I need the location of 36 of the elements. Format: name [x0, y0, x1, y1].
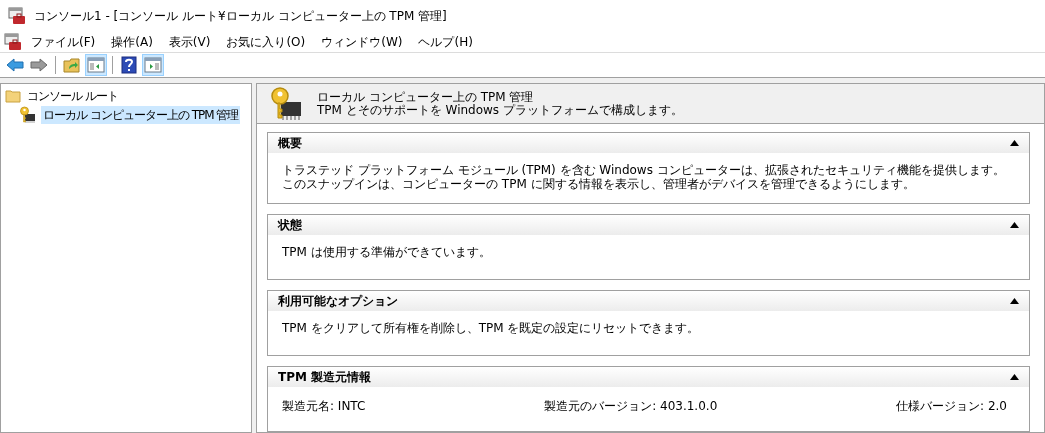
back-arrow-icon	[6, 58, 24, 72]
menu-item[interactable]: ウィンドウ(W)	[314, 33, 410, 51]
collapse-icon[interactable]	[1010, 374, 1019, 380]
window-title: コンソール1 - [コンソール ルート¥ローカル コンピューター上の TPM 管理]	[34, 8, 447, 25]
folder-up-icon	[63, 57, 81, 73]
section-text: TPM をクリアして所有権を削除し、TPM を既定の設定にリセットできます。	[282, 321, 701, 335]
folder-icon	[5, 88, 21, 103]
section-title: 利用可能なオプション	[278, 293, 398, 310]
help-icon	[121, 56, 137, 74]
menu-item[interactable]: 表示(V)	[161, 33, 218, 51]
forward-arrow-icon	[30, 58, 48, 72]
info-field: 製造元のバージョン: 403.1.0.0	[544, 397, 718, 415]
header-subtitle: TPM とそのサポートを Windows プラットフォームで構成します。	[317, 103, 683, 117]
info-field: 製造元名: INTC	[282, 397, 366, 415]
section-title: TPM 製造元情報	[278, 369, 372, 386]
toolbar-button[interactable]	[118, 54, 140, 76]
collapse-icon[interactable]	[1010, 222, 1019, 228]
console-icon	[8, 7, 26, 25]
pane-toggle-icon	[87, 57, 105, 73]
section-text: トラステッド プラットフォーム モジュール (TPM) を含む Windows コンピューターは、拡張されたセキュリティ機能を提供します。このスナップインは、コンピューターの TPM に関する情報を表示し、管理者がデバイスを管理できるようにします。	[282, 163, 1006, 191]
console-icon	[4, 33, 22, 51]
info-field: 仕様バージョン: 2.0	[896, 397, 1007, 415]
key-chip-icon	[19, 105, 37, 124]
pane-toggle-icon	[144, 57, 162, 73]
header-title: ローカル コンピューター上の TPM 管理	[317, 90, 535, 104]
tree-item[interactable]: コンソール ルート	[25, 86, 120, 105]
collapse-icon[interactable]	[1010, 140, 1019, 146]
menu-item[interactable]: お気に入り(O)	[219, 33, 313, 51]
section-text: TPM は使用する準備ができています。	[282, 245, 492, 259]
menu-item[interactable]: ファイル(F)	[24, 33, 103, 51]
menu-item[interactable]: ヘルプ(H)	[411, 33, 480, 51]
tree-item[interactable]: ローカル コンピューター上の TPM 管理	[41, 105, 241, 124]
menu-item[interactable]: 操作(A)	[104, 33, 160, 51]
collapse-icon[interactable]	[1010, 298, 1019, 304]
section-title: 概要	[278, 135, 302, 152]
section-title: 状態	[278, 217, 302, 234]
